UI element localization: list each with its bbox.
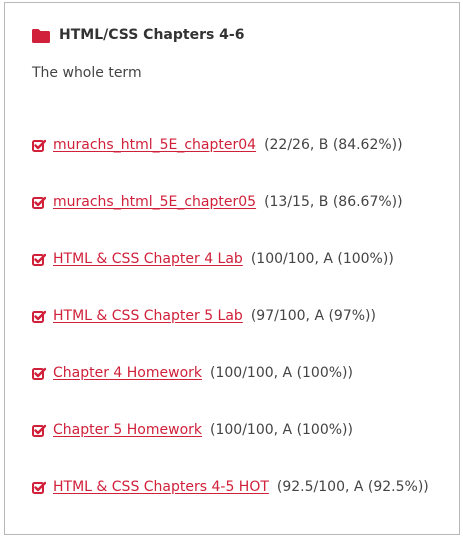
list-item: HTML & CSS Chapters 4-5 HOT (92.5/100, A… (32, 479, 452, 536)
item-link[interactable]: murachs_html_5E_chapter05 (53, 194, 256, 210)
module-subtitle: The whole term (32, 65, 142, 81)
item-link[interactable]: HTML & CSS Chapters 4-5 HOT (53, 479, 269, 495)
item-score: (13/15, B (86.67%)) (264, 194, 403, 210)
module-item-list: murachs_html_5E_chapter04 (22/26, B (84.… (32, 137, 452, 536)
list-item: HTML & CSS Chapter 4 Lab (100/100, A (10… (32, 251, 452, 308)
module-panel: HTML/CSS Chapters 4-6 The whole term mur… (4, 2, 460, 535)
item-link[interactable]: HTML & CSS Chapter 5 Lab (53, 308, 243, 324)
item-score: (100/100, A (100%)) (210, 422, 353, 438)
folder-icon (32, 28, 50, 43)
list-item: HTML & CSS Chapter 5 Lab (97/100, A (97%… (32, 308, 452, 365)
check-square-icon (32, 366, 47, 380)
module-header: HTML/CSS Chapters 4-6 (32, 27, 244, 43)
check-square-icon (32, 252, 47, 266)
item-score: (100/100, A (100%)) (250, 251, 394, 267)
item-score: (100/100, A (100%)) (210, 365, 353, 381)
list-item: murachs_html_5E_chapter04 (22/26, B (84.… (32, 137, 452, 194)
item-score: (22/26, B (84.62%)) (264, 137, 403, 153)
list-item: Chapter 4 Homework (100/100, A (100%)) (32, 365, 452, 422)
check-square-icon (32, 138, 47, 152)
check-square-icon (32, 423, 47, 437)
item-link[interactable]: Chapter 4 Homework (53, 365, 202, 381)
item-link[interactable]: HTML & CSS Chapter 4 Lab (53, 251, 243, 267)
item-link[interactable]: Chapter 5 Homework (53, 422, 202, 438)
check-square-icon (32, 480, 47, 494)
list-item: Chapter 5 Homework (100/100, A (100%)) (32, 422, 452, 479)
check-square-icon (32, 195, 47, 209)
module-title: HTML/CSS Chapters 4-6 (59, 27, 245, 43)
item-score: (92.5/100, A (92.5%)) (276, 479, 429, 495)
item-score: (97/100, A (97%)) (250, 308, 376, 324)
item-link[interactable]: murachs_html_5E_chapter04 (53, 137, 256, 153)
list-item: murachs_html_5E_chapter05 (13/15, B (86.… (32, 194, 452, 251)
check-square-icon (32, 309, 47, 323)
